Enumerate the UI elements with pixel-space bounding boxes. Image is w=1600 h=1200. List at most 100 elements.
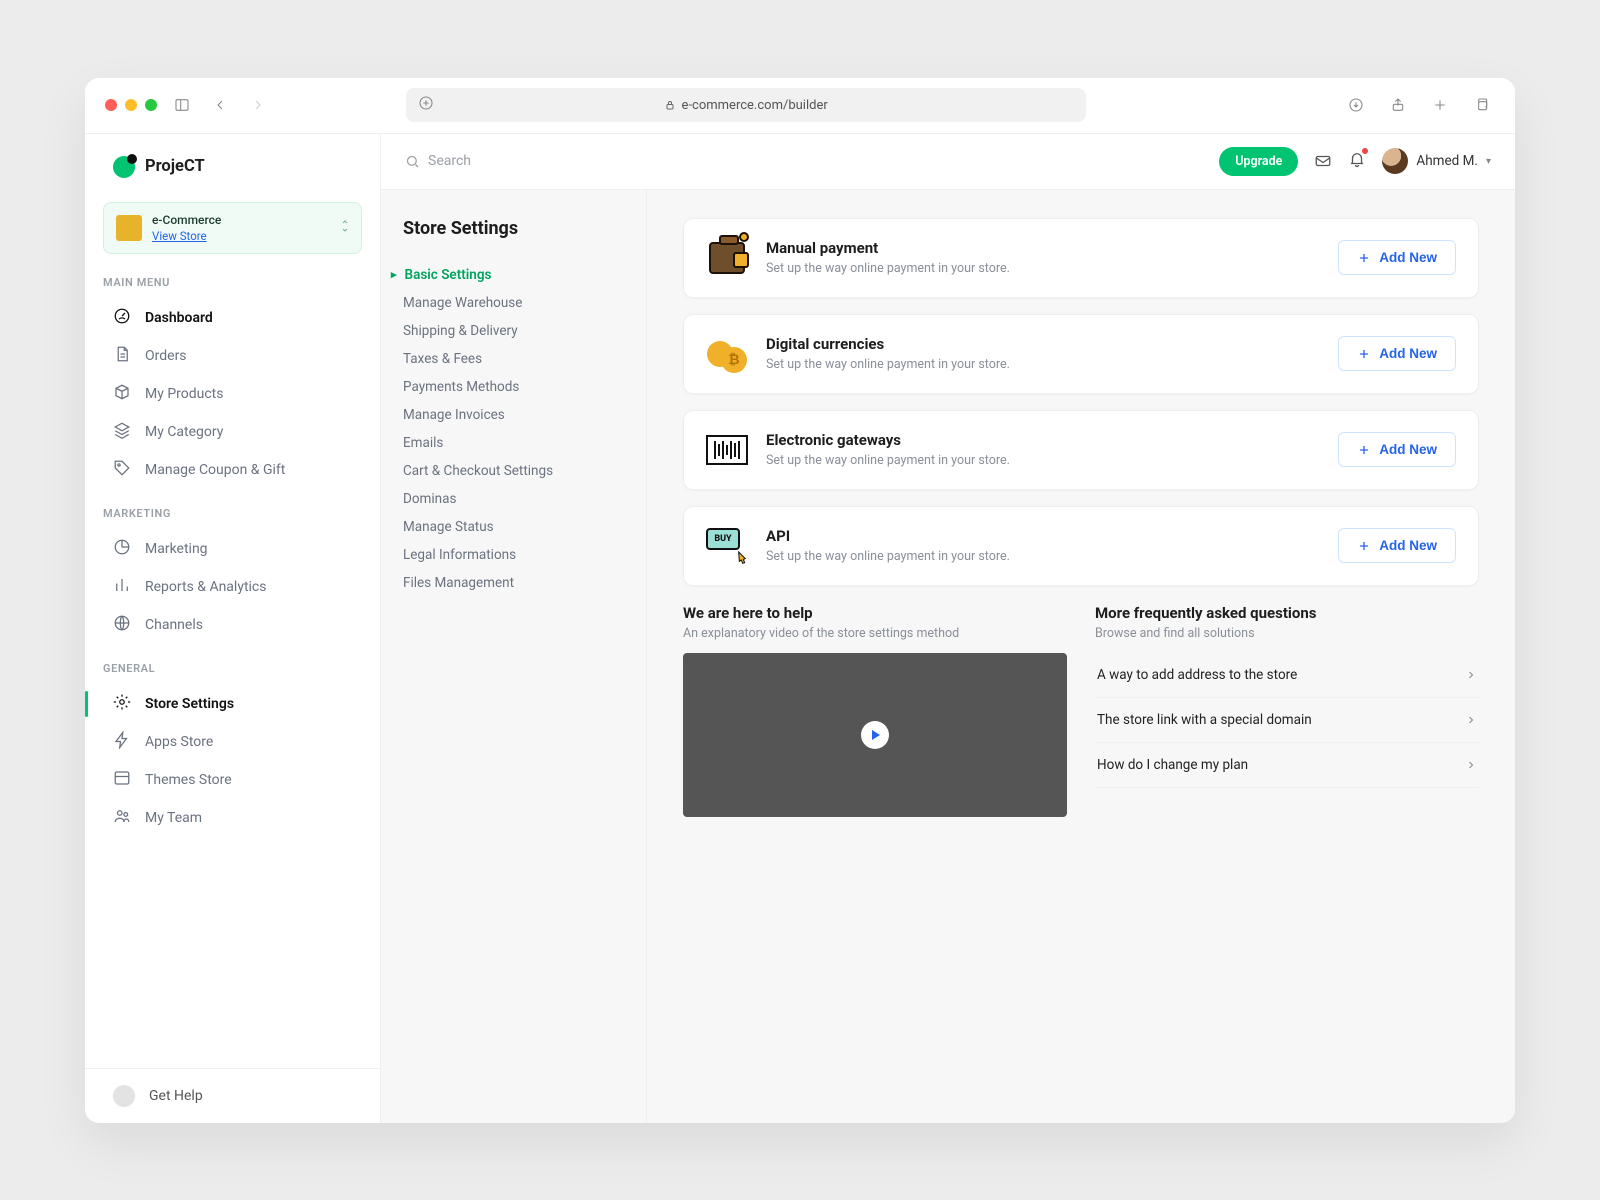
- add-tab-icon[interactable]: [418, 95, 434, 115]
- add-new-button[interactable]: Add New: [1338, 240, 1456, 275]
- download-icon[interactable]: [1343, 92, 1369, 118]
- add-new-button[interactable]: Add New: [1338, 336, 1456, 371]
- menu-section-title: MARKETING: [103, 507, 362, 520]
- url-bar[interactable]: e-commerce.com/builder: [406, 88, 1086, 122]
- upgrade-button[interactable]: Upgrade: [1219, 147, 1298, 176]
- payment-method-card: Electronic gateways Set up the way onlin…: [683, 410, 1479, 490]
- sidebar-item-my-team[interactable]: My Team: [103, 799, 362, 837]
- help-subtitle: An explanatory video of the store settin…: [683, 626, 1067, 641]
- brand-logo-icon: [113, 156, 135, 178]
- card-title: Electronic gateways: [766, 431, 1010, 449]
- coins-icon: ₿: [706, 333, 748, 375]
- settings-nav-item[interactable]: Manage Status: [403, 513, 624, 541]
- faq-item[interactable]: The store link with a special domain: [1095, 698, 1479, 743]
- store-name: e-Commerce: [152, 212, 221, 228]
- mail-icon[interactable]: [1314, 152, 1332, 170]
- settings-nav-item[interactable]: Emails: [403, 429, 624, 457]
- sidebar-item-channels[interactable]: Channels: [103, 606, 362, 644]
- faq-section: More frequently asked questions Browse a…: [1095, 604, 1479, 818]
- settings-nav-item[interactable]: Legal Informations: [403, 541, 624, 569]
- bolt-icon: [113, 731, 131, 753]
- store-selector[interactable]: e-Commerce View Store: [103, 202, 362, 255]
- settings-nav-item[interactable]: Basic Settings: [403, 261, 624, 289]
- sidebar-item-store-settings[interactable]: Store Settings: [103, 685, 362, 723]
- sidebar-item-themes-store[interactable]: Themes Store: [103, 761, 362, 799]
- settings-nav-item[interactable]: Shipping & Delivery: [403, 317, 624, 345]
- chevron-updown-icon: [339, 218, 351, 238]
- sidebar-toggle-icon[interactable]: [169, 92, 195, 118]
- plus-icon: [1357, 539, 1371, 553]
- sidebar-item-orders[interactable]: Orders: [103, 337, 362, 375]
- chevron-right-icon: [1465, 714, 1477, 726]
- chevron-right-icon: [1465, 759, 1477, 771]
- sidebar-item-dashboard[interactable]: Dashboard: [103, 299, 362, 337]
- wallet-icon: [706, 237, 748, 279]
- main-area: Search Upgrade Ahmed M. ▾: [381, 134, 1515, 1123]
- card-description: Set up the way online payment in your st…: [766, 453, 1010, 468]
- settings-nav-item[interactable]: Payments Methods: [403, 373, 624, 401]
- plus-icon: [1357, 251, 1371, 265]
- help-title: We are here to help: [683, 604, 1067, 622]
- sidebar-item-my-products[interactable]: My Products: [103, 375, 362, 413]
- settings-nav-item[interactable]: Manage Invoices: [403, 401, 624, 429]
- get-help-link[interactable]: Get Help: [85, 1068, 380, 1123]
- user-menu[interactable]: Ahmed M. ▾: [1382, 148, 1491, 174]
- search-icon: [405, 154, 420, 169]
- forward-icon[interactable]: [245, 92, 271, 118]
- url-text: e-commerce.com/builder: [682, 98, 828, 113]
- menu-section: MAIN MENU Dashboard Orders My ProductsMy Ca…: [85, 258, 380, 489]
- layout-icon: [113, 769, 131, 791]
- sidebar-item-reports-analytics[interactable]: Reports & Analytics: [103, 568, 362, 606]
- new-tab-icon[interactable]: [1427, 92, 1453, 118]
- faq-title: More frequently asked questions: [1095, 604, 1479, 622]
- menu-section-title: GENERAL: [103, 662, 362, 675]
- avatar: [1382, 148, 1408, 174]
- view-store-link[interactable]: View Store: [152, 229, 207, 243]
- maximize-window-icon[interactable]: [145, 99, 157, 111]
- globe-icon: [113, 614, 131, 636]
- minimize-window-icon[interactable]: [125, 99, 137, 111]
- close-window-icon[interactable]: [105, 99, 117, 111]
- card-description: Set up the way online payment in your st…: [766, 261, 1010, 276]
- help-video-player[interactable]: [683, 653, 1067, 818]
- sidebar-item-label: Orders: [145, 348, 187, 364]
- settings-nav-item[interactable]: Cart & Checkout Settings: [403, 457, 624, 485]
- settings-nav: Store Settings Basic SettingsManage Ware…: [381, 190, 647, 1123]
- sidebar-item-label: My Team: [145, 810, 202, 826]
- brand: ProjeCT: [85, 134, 380, 190]
- chevron-down-icon: ▾: [1486, 156, 1491, 167]
- barcode-icon: [706, 429, 748, 471]
- browser-window: e-commerce.com/builder ProjeCT e-Commerc…: [85, 78, 1515, 1123]
- payment-method-card: BUY API Set up the way online payment in…: [683, 506, 1479, 586]
- menu-section-title: MAIN MENU: [103, 276, 362, 289]
- card-title: Digital currencies: [766, 335, 1010, 353]
- faq-item[interactable]: How do I change my plan: [1095, 743, 1479, 788]
- sidebar-item-label: Apps Store: [145, 734, 213, 750]
- sidebar-item-marketing[interactable]: Marketing: [103, 530, 362, 568]
- play-icon[interactable]: [861, 721, 889, 749]
- search-input[interactable]: Search: [405, 153, 471, 169]
- notifications-icon[interactable]: [1348, 150, 1366, 172]
- sidebar-item-my-category[interactable]: My Category: [103, 413, 362, 451]
- plus-icon: [1357, 347, 1371, 361]
- share-icon[interactable]: [1385, 92, 1411, 118]
- settings-nav-item[interactable]: Files Management: [403, 569, 624, 597]
- settings-nav-item[interactable]: Dominas: [403, 485, 624, 513]
- back-icon[interactable]: [207, 92, 233, 118]
- sidebar-item-apps-store[interactable]: Apps Store: [103, 723, 362, 761]
- add-new-button[interactable]: Add New: [1338, 528, 1456, 563]
- settings-nav-item[interactable]: Manage Warehouse: [403, 289, 624, 317]
- buy-icon: BUY: [706, 525, 748, 567]
- tabs-icon[interactable]: [1469, 92, 1495, 118]
- gear-icon: [113, 693, 131, 715]
- settings-nav-item[interactable]: Taxes & Fees: [403, 345, 624, 373]
- card-title: API: [766, 527, 1010, 545]
- faq-item[interactable]: A way to add address to the store: [1095, 653, 1479, 698]
- faq-subtitle: Browse and find all solutions: [1095, 626, 1479, 641]
- sidebar-item-manage-coupon-gift[interactable]: Manage Coupon & Gift: [103, 451, 362, 489]
- add-new-button[interactable]: Add New: [1338, 432, 1456, 467]
- card-description: Set up the way online payment in your st…: [766, 357, 1010, 372]
- payment-method-card: ₿ Digital currencies Set up the way onli…: [683, 314, 1479, 394]
- store-thumbnail: [116, 215, 142, 241]
- window-controls: [105, 99, 157, 111]
